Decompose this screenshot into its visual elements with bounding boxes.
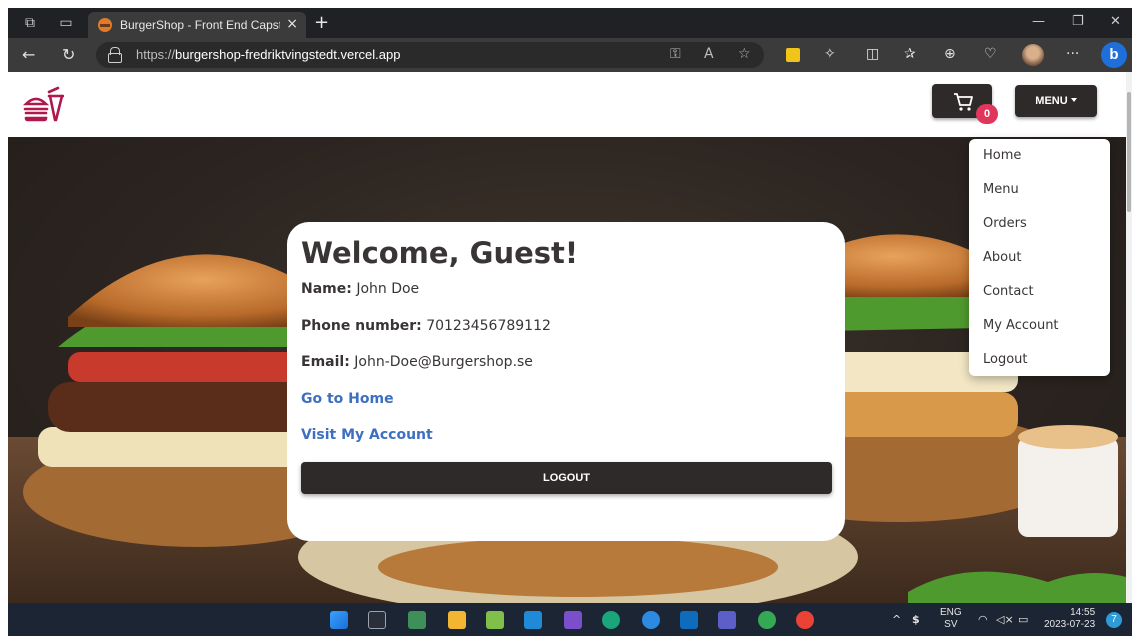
app-blue-icon[interactable] [642,611,660,629]
caret-down-icon [1070,98,1077,102]
extensions-puzzle-icon[interactable]: ✧ [824,46,836,62]
minimize-icon[interactable]: — [1032,14,1045,29]
key-icon[interactable]: ⚿ [670,46,681,62]
burger-favicon-icon [98,18,112,32]
bing-copilot-icon[interactable]: b [1101,42,1127,68]
profile-avatar[interactable] [1022,44,1044,66]
notification-badge[interactable]: 7 [1106,612,1122,628]
outlook-icon[interactable] [680,611,698,629]
browser-toolbar: ← ↻ https://burgershop-fredriktvingstedt… [8,38,1132,72]
app-green-icon[interactable] [408,611,426,629]
menu-item-logout[interactable]: Logout [983,352,1028,367]
refresh-icon[interactable]: ↻ [62,45,75,64]
menu-item-orders[interactable]: Orders [983,216,1027,231]
app-r-icon[interactable] [368,611,386,629]
tab-actions-icon[interactable]: ▭ [58,15,74,31]
logout-button[interactable]: LOGOUT [301,462,832,494]
restore-icon[interactable]: ❐ [1072,14,1084,29]
welcome-card: Welcome, Guest! Name: John Doe Phone num… [287,222,845,541]
url-text: https://burgershop-fredriktvingstedt.ver… [136,47,400,62]
read-aloud-icon[interactable]: A [704,46,714,62]
browser-tab[interactable]: BurgerShop - Front End Capston × [88,12,306,38]
clock-time: 14:55 [1070,607,1096,618]
menu-item-menu[interactable]: Menu [983,182,1019,197]
tab-title: BurgerShop - Front End Capston [120,18,280,32]
url-prefix: https:// [136,47,176,62]
menu-item-about[interactable]: About [983,250,1021,265]
site-header: 0 MENU [8,72,1128,137]
health-icon[interactable]: ♡ [984,46,997,62]
favorites-icon[interactable]: ✰ [904,46,916,62]
menu-item-my-account[interactable]: My Account [983,318,1059,333]
chrome-dev-icon[interactable] [758,611,776,629]
lock-icon [108,47,122,63]
cart-count-badge: 0 [976,104,998,124]
menu-item-contact[interactable]: Contact [983,284,1034,299]
split-screen-icon[interactable]: ◫ [866,46,879,62]
collections-icon[interactable]: ⊕ [944,46,956,62]
clock[interactable]: 14:55 2023-07-23 [1044,607,1095,631]
menu-item-home[interactable]: Home [983,148,1021,163]
go-to-home-link[interactable]: Go to Home [301,391,394,407]
menu-button[interactable]: MENU [1015,85,1097,117]
language-bottom: SV [944,619,958,630]
tray-dollar-icon[interactable]: $ [912,613,920,626]
browser-tab-strip: ⧉ ▭ BurgerShop - Front End Capston × + —… [8,8,1132,38]
wifi-icon[interactable]: ◠ [978,613,988,626]
email-value: John-Doe@Burgershop.se [354,354,533,370]
teams-icon[interactable] [718,611,736,629]
nav-dropdown-menu: Home Menu Orders About Contact My Accoun… [969,139,1110,376]
clock-date: 2023-07-23 [1044,619,1096,630]
language-indicator[interactable]: ENG SV [940,607,962,631]
notepad-icon[interactable] [486,611,504,629]
address-bar[interactable]: https://burgershop-fredriktvingstedt.ver… [96,42,764,68]
file-explorer-icon[interactable] [448,611,466,629]
phone-value: 70123456789112 [426,318,551,334]
windows-taskbar: ^ $ ENG SV ◠ ◁× ▭ 14:55 2023-07-23 7 [8,603,1132,636]
workspaces-icon[interactable]: ⧉ [22,15,38,31]
burgershop-logo-icon[interactable] [22,82,64,124]
welcome-title: Welcome, Guest! [301,236,579,270]
phone-row: Phone number: 70123456789112 [301,318,551,334]
extension-icon[interactable] [786,48,800,62]
email-label: Email: [301,354,350,370]
battery-icon[interactable]: ▭ [1018,613,1028,626]
phone-label: Phone number: [301,318,422,334]
new-tab-button[interactable]: + [314,12,329,33]
start-icon[interactable] [330,611,348,629]
tray-chevron-icon[interactable]: ^ [892,613,901,626]
more-options-icon[interactable]: ··· [1066,46,1079,62]
name-row: Name: John Doe [301,281,419,297]
screen: ⧉ ▭ BurgerShop - Front End Capston × + —… [0,0,1132,636]
back-icon[interactable]: ← [22,45,35,64]
url-host: burgershop-fredriktvingstedt.vercel.app [175,47,401,62]
email-row: Email: John-Doe@Burgershop.se [301,354,533,370]
favorite-star-icon[interactable]: ☆ [738,46,751,62]
tab-close-icon[interactable]: × [286,16,298,32]
close-window-icon[interactable]: ✕ [1110,14,1121,29]
edge-icon[interactable] [602,611,620,629]
name-label: Name: [301,281,352,297]
visual-studio-icon[interactable] [564,611,582,629]
page-scrollbar[interactable] [1126,72,1132,603]
vscode-icon[interactable] [524,611,542,629]
volume-icon[interactable]: ◁× [996,613,1014,626]
chrome-icon[interactable] [796,611,814,629]
visit-my-account-link[interactable]: Visit My Account [301,427,433,443]
language-top: ENG [940,607,962,618]
name-value: John Doe [356,281,420,297]
menu-button-label: MENU [1035,95,1068,107]
